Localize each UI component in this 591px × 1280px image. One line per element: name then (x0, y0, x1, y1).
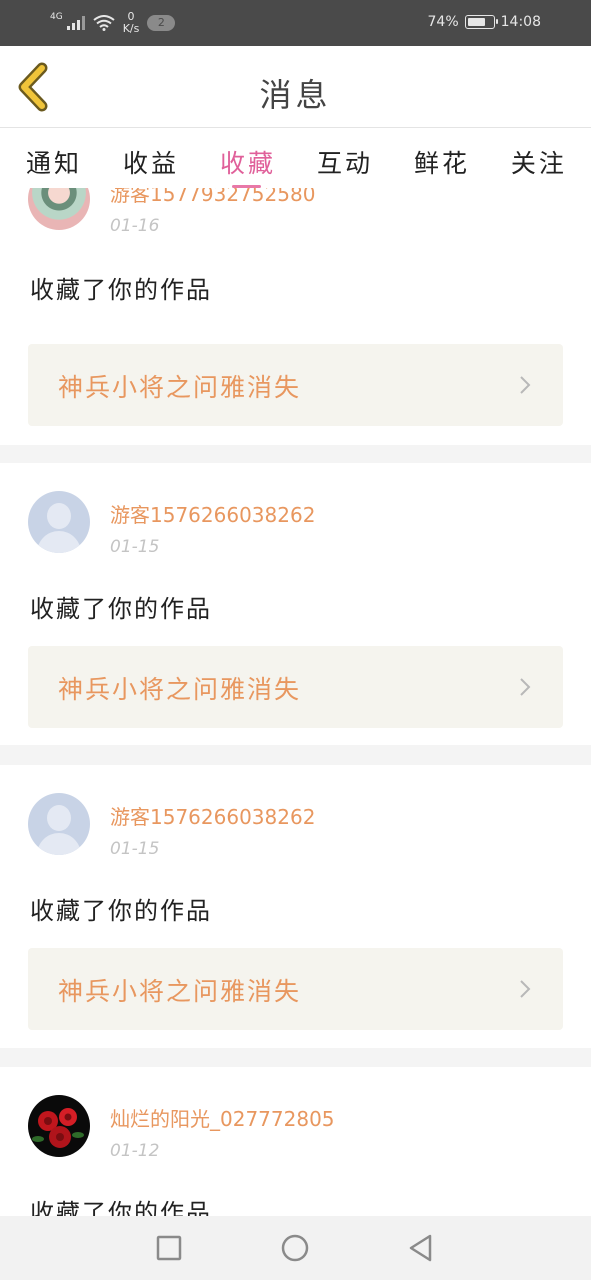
tab-interactions[interactable]: 互动 (317, 128, 373, 188)
default-avatar-icon[interactable] (28, 491, 90, 553)
battery-icon (464, 15, 498, 29)
message-date: 01-15 (110, 839, 160, 859)
tab-bar: 通知 收益 收藏 互动 鲜花 关注 (0, 128, 591, 188)
tab-favorites[interactable]: 收藏 (220, 128, 276, 188)
work-link[interactable]: 神兵小将之问雅消失 (28, 344, 563, 426)
message-list[interactable]: 游客1577932752580 01-16 收藏了你的作品 神兵小将之问雅消失 … (0, 188, 591, 1216)
status-left: 4G 0 K/s 2 (50, 8, 176, 38)
message-date: 01-16 (110, 216, 160, 236)
status-bar: 4G 0 K/s 2 74% 14:08 (0, 0, 591, 46)
roses-image (32, 1108, 84, 1148)
message-action: 收藏了你的作品 (30, 897, 212, 925)
avatar-girl-icon[interactable] (28, 188, 90, 230)
work-title: 神兵小将之问雅消失 (58, 675, 302, 704)
triangle-back-icon (409, 1234, 432, 1262)
recent-apps-button[interactable] (153, 1232, 185, 1264)
status-right: 74% 14:08 (428, 14, 541, 30)
chevron-right-icon (520, 980, 531, 998)
page-title: 消息 (259, 76, 332, 114)
default-avatar-icon[interactable] (28, 793, 90, 855)
work-title: 神兵小将之问雅消失 (58, 977, 302, 1006)
tab-follows[interactable]: 关注 (511, 128, 567, 188)
battery-percent: 74% (427, 14, 459, 30)
message-card: 灿烂的阳光_027772805 01-12 收藏了你的作品 (0, 1067, 591, 1216)
signal-icon (66, 16, 85, 30)
message-card: 游客1577932752580 01-16 收藏了你的作品 神兵小将之问雅消失 (0, 188, 591, 445)
wifi-icon (93, 15, 115, 31)
tab-notifications[interactable]: 通知 (26, 128, 82, 188)
message-username[interactable]: 游客1576266038262 (110, 499, 315, 528)
battery-fill (467, 18, 486, 26)
square-icon (156, 1235, 182, 1261)
message-action: 收藏了你的作品 (30, 276, 212, 304)
notification-badge: 2 (147, 15, 176, 31)
home-button[interactable] (279, 1232, 311, 1264)
chevron-right-icon (520, 678, 531, 696)
avatar-roses-icon[interactable] (28, 1095, 90, 1157)
app-header: 消息 (0, 46, 591, 128)
system-back-button[interactable] (405, 1232, 437, 1264)
speed-unit: K/s (122, 22, 140, 35)
chevron-right-icon (520, 376, 531, 394)
work-title: 神兵小将之问雅消失 (58, 373, 302, 402)
message-username[interactable]: 灿烂的阳光_027772805 (110, 1103, 335, 1132)
message-card: 游客1576266038262 01-15 收藏了你的作品 神兵小将之问雅消失 (0, 463, 591, 745)
work-link[interactable]: 神兵小将之问雅消失 (28, 646, 563, 728)
message-username[interactable]: 游客1576266038262 (110, 801, 315, 830)
message-username[interactable]: 游客1577932752580 (110, 188, 315, 207)
message-action: 收藏了你的作品 (30, 1199, 212, 1216)
tab-flowers[interactable]: 鲜花 (414, 128, 470, 188)
tab-earnings[interactable]: 收益 (123, 128, 179, 188)
work-link[interactable]: 神兵小将之问雅消失 (28, 948, 563, 1030)
circle-icon (281, 1234, 309, 1262)
message-card: 游客1576266038262 01-15 收藏了你的作品 神兵小将之问雅消失 (0, 765, 591, 1048)
message-action: 收藏了你的作品 (30, 595, 212, 623)
message-date: 01-15 (110, 537, 160, 557)
network-speed: 0 K/s (123, 11, 140, 35)
clock: 14:08 (500, 14, 541, 30)
network-type: 4G (50, 12, 63, 22)
message-date: 01-12 (110, 1141, 160, 1161)
system-nav-bar (0, 1216, 591, 1280)
